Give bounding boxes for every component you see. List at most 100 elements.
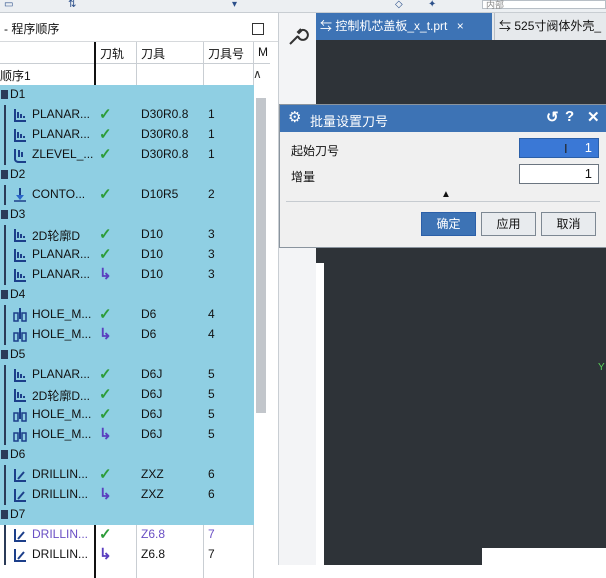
help-icon[interactable]: ?: [565, 108, 574, 125]
group-row[interactable]: D4: [0, 285, 254, 305]
check-icon: ✓: [99, 146, 112, 163]
ok-button[interactable]: 确定: [421, 212, 476, 236]
operation-row[interactable]: CONTO... ✓ D10R5 2: [0, 185, 254, 205]
column-more[interactable]: M: [258, 45, 268, 59]
group-row[interactable]: D7: [0, 505, 254, 525]
root-row[interactable]: 顺序1: [0, 65, 254, 85]
dialog-divider: [286, 201, 600, 202]
tree-line: [4, 525, 6, 545]
increment-input[interactable]: 1: [519, 164, 599, 184]
tree-line: [4, 365, 6, 385]
tab-part-inactive[interactable]: ⇆ 525寸阀体外壳_: [494, 13, 606, 40]
scroll-up-icon[interactable]: ∧: [253, 67, 262, 81]
operation-row[interactable]: DRILLIN... ✓ Z6.8 7: [0, 525, 254, 545]
check-icon: ✓: [99, 126, 112, 143]
operation-row[interactable]: PLANAR... ✓ D10 3: [0, 245, 254, 265]
group-row[interactable]: D3: [0, 205, 254, 225]
check-icon: ✓: [99, 246, 112, 263]
group-row[interactable]: D1: [0, 85, 254, 105]
close-tab-icon[interactable]: ×: [457, 19, 464, 33]
reset-icon[interactable]: ↺: [546, 108, 559, 126]
zlevel-mill-icon: [12, 147, 28, 163]
operation-name: DRILLIN...: [32, 547, 89, 561]
column-header: 刀轨 刀具 刀具号 M: [0, 42, 270, 64]
planar-mill-icon: [12, 267, 28, 283]
tree-line: [4, 465, 6, 485]
regenerate-arrow-icon: ↳: [99, 326, 112, 343]
operation-row[interactable]: 2D轮廓D... ✓ D6J 5: [0, 385, 254, 405]
tool-number: 1: [208, 147, 215, 161]
operation-row[interactable]: DRILLIN... ↳ Z6.8 7: [0, 545, 254, 565]
tab-part-active[interactable]: ⇆ 控制机芯盖板_x_t.prt ×: [316, 13, 492, 40]
scrollbar-thumb[interactable]: [256, 98, 266, 413]
expand-icon[interactable]: [1, 90, 8, 99]
operation-name: PLANAR...: [32, 267, 91, 281]
apply-button[interactable]: 应用: [481, 212, 536, 236]
group-row[interactable]: D6: [0, 445, 254, 465]
operation-row[interactable]: DRILLIN... ✓ ZXZ 6: [0, 465, 254, 485]
operation-row[interactable]: PLANAR... ↳ D10 3: [0, 265, 254, 285]
expand-icon[interactable]: [1, 350, 8, 359]
operation-row[interactable]: DRILLIN... ↳ ZXZ 6: [0, 485, 254, 505]
text-cursor-icon: Ι: [564, 141, 568, 156]
cancel-button[interactable]: 取消: [541, 212, 596, 236]
toolbar-icon[interactable]: ⇅: [68, 0, 76, 10]
group-label: D4: [10, 287, 26, 301]
operation-row[interactable]: PLANAR... ✓ D6J 5: [0, 365, 254, 385]
operation-name: HOLE_M...: [32, 327, 92, 341]
navigator-title: - 程序顺序: [4, 22, 60, 36]
operation-name: PLANAR...: [32, 247, 91, 261]
toolbar-dropdown-icon[interactable]: ▾: [232, 0, 237, 10]
start-toolnum-value: 1: [584, 140, 592, 155]
operation-row[interactable]: PLANAR... ✓ D30R0.8 1: [0, 105, 254, 125]
toolbar-icon[interactable]: ◇: [395, 0, 403, 10]
expand-icon[interactable]: [1, 210, 8, 219]
close-icon[interactable]: ✕: [587, 108, 600, 126]
operation-row[interactable]: HOLE_M... ↳ D6 4: [0, 325, 254, 345]
group-row[interactable]: D5: [0, 345, 254, 365]
planar-mill-icon: [12, 227, 28, 243]
check-icon: ✓: [99, 106, 112, 123]
group-label: D3: [10, 207, 26, 221]
toolbar-icon[interactable]: ▭: [4, 0, 13, 10]
navigator-header: - 程序顺序: [0, 13, 278, 42]
tool-name: D30R0.8: [141, 147, 189, 161]
expand-icon[interactable]: [1, 290, 8, 299]
operation-name: HOLE_M...: [32, 427, 92, 441]
operation-row[interactable]: PLANAR... ✓ D30R0.8 1: [0, 125, 254, 145]
tool-number: 4: [208, 327, 215, 341]
operation-row[interactable]: ZLEVEL_... ✓ D30R0.8 1: [0, 145, 254, 165]
expand-icon[interactable]: [1, 510, 8, 519]
tool-number: 5: [208, 427, 215, 441]
check-icon: ✓: [99, 366, 112, 383]
operation-row[interactable]: 2D轮廓D ✓ D10 3: [0, 225, 254, 245]
operation-name: HOLE_M...: [32, 407, 92, 421]
expand-icon[interactable]: [1, 170, 8, 179]
tool-number: 3: [208, 227, 215, 241]
tool-name: D30R0.8: [141, 107, 189, 121]
sync-icon: ⇆: [499, 19, 515, 33]
operation-name: PLANAR...: [32, 107, 91, 121]
group-label: D7: [10, 507, 26, 521]
expand-icon[interactable]: [1, 450, 8, 459]
start-toolnum-input[interactable]: Ι 1: [519, 138, 599, 158]
group-label: D1: [10, 87, 26, 101]
collapse-icon[interactable]: ▲: [441, 189, 451, 200]
operation-row[interactable]: HOLE_M... ✓ D6 4: [0, 305, 254, 325]
column-toolnum[interactable]: 刀具号: [208, 45, 244, 62]
search-input[interactable]: 内部: [482, 0, 606, 10]
column-tool[interactable]: 刀具: [141, 45, 165, 62]
operation-row[interactable]: HOLE_M... ↳ D6J 5: [0, 425, 254, 445]
hole-mill-icon: [12, 307, 28, 323]
operation-row[interactable]: HOLE_M... ✓ D6J 5: [0, 405, 254, 425]
check-icon: ✓: [99, 386, 112, 403]
group-row[interactable]: D2: [0, 165, 254, 185]
toolbar-icon[interactable]: ✦: [428, 0, 436, 10]
maximize-icon[interactable]: [252, 23, 264, 35]
column-rail[interactable]: 刀轨: [100, 45, 124, 62]
hole-mill-icon: [12, 427, 28, 443]
tool-name: Z6.8: [141, 547, 166, 561]
graphics-window[interactable]: ⇆ 控制机芯盖板_x_t.prt × ⇆ 525寸阀体外壳_: [316, 13, 606, 565]
tree-line: [4, 105, 6, 125]
wrench-icon[interactable]: [285, 25, 309, 49]
